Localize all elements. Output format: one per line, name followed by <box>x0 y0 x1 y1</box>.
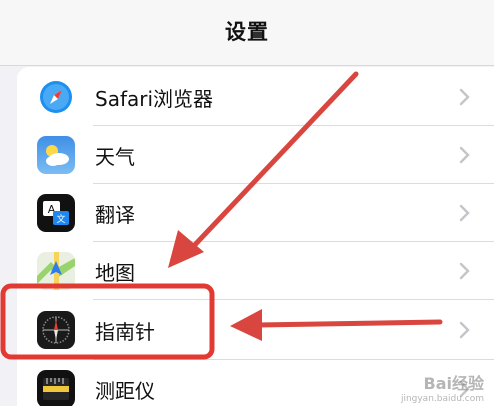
settings-row-label: 天气 <box>95 144 135 169</box>
chevron-right-icon <box>459 88 470 106</box>
settings-row-label: 地图 <box>95 260 135 285</box>
watermark: Bai经验 jingyan.baidu.com <box>400 374 484 404</box>
maps-icon <box>37 252 75 290</box>
settings-row-label: 指南针 <box>95 319 155 344</box>
settings-row-maps[interactable]: 地图 <box>17 242 494 300</box>
settings-row-label: Safari浏览器 <box>95 86 214 111</box>
settings-row-label: 翻译 <box>95 202 135 227</box>
svg-text:文: 文 <box>56 213 65 225</box>
chevron-right-icon <box>459 321 470 339</box>
chevron-right-icon <box>459 262 470 280</box>
navigation-bar: 设置 <box>0 0 494 66</box>
safari-icon <box>37 78 75 116</box>
measure-icon <box>37 370 75 406</box>
translate-icon: A 文 <box>37 194 75 232</box>
settings-list: Safari浏览器 天气 A 文 翻译 地图 指南针 测距仪 <box>17 67 494 406</box>
settings-row-translate[interactable]: A 文 翻译 <box>17 184 494 242</box>
chevron-right-icon <box>459 204 470 222</box>
settings-row-label: 测距仪 <box>95 378 155 403</box>
settings-row-compass[interactable]: 指南针 <box>17 300 494 360</box>
chevron-right-icon <box>459 146 470 164</box>
settings-row-safari[interactable]: Safari浏览器 <box>17 68 494 126</box>
settings-row-weather[interactable]: 天气 <box>17 126 494 184</box>
weather-icon <box>37 136 75 174</box>
page-title: 设置 <box>225 19 269 44</box>
compass-icon <box>37 311 75 349</box>
